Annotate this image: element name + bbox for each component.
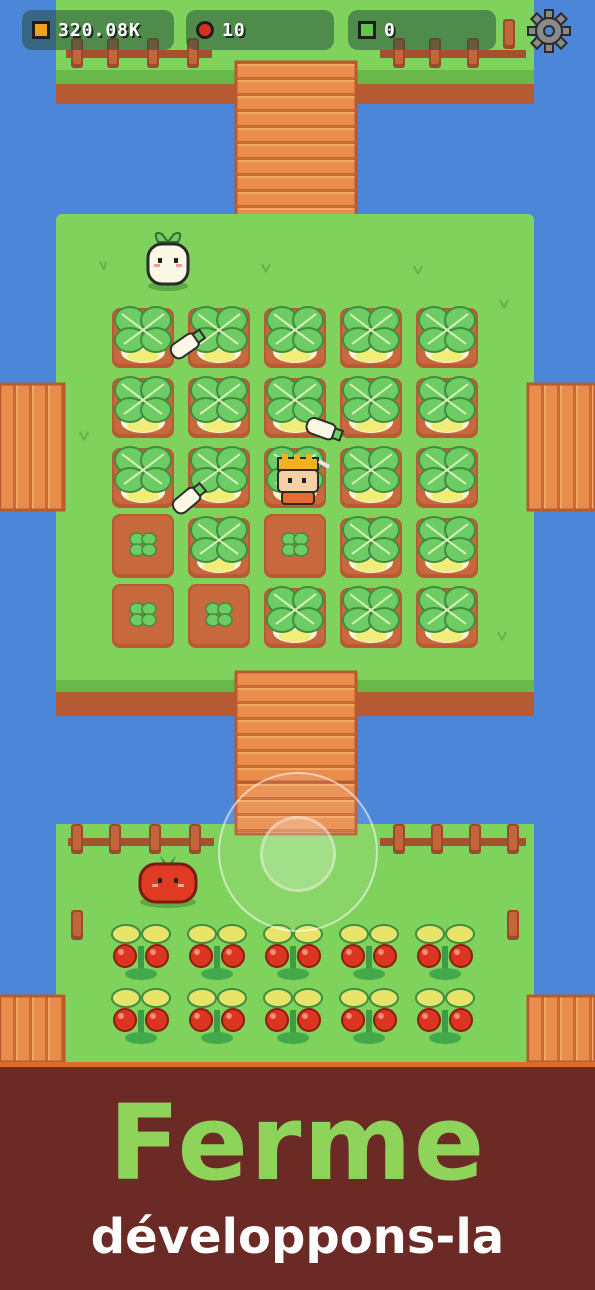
turnip-plot[interactable] (415, 586, 479, 649)
green-gem-icon (358, 21, 376, 39)
sprout-plot[interactable] (187, 583, 251, 649)
coin-count: 320.08K (58, 19, 141, 41)
banner-subtitle: développons-la (90, 1209, 505, 1265)
banner-title: Ferme (108, 1082, 487, 1204)
gear-icon[interactable] (526, 8, 572, 54)
green-gem-counter: 0 (348, 10, 496, 50)
turnip-plot[interactable] (339, 516, 403, 579)
turnip-plot[interactable] (187, 516, 251, 579)
game-screen: 320.08K 10 0 Ferme développons-la (0, 0, 595, 1290)
joystick-icon[interactable] (218, 772, 378, 932)
turnip-plot[interactable] (111, 446, 175, 509)
sprout-plot[interactable] (263, 513, 327, 579)
turnip-plot[interactable] (415, 516, 479, 579)
turnip-plot[interactable] (111, 306, 175, 369)
bridge-east[interactable] (526, 382, 595, 512)
turnip-plot[interactable] (415, 306, 479, 369)
turnip-plot[interactable] (263, 306, 327, 369)
turnip-plot[interactable] (339, 376, 403, 439)
coin-icon (32, 21, 50, 39)
bridge-west[interactable] (0, 382, 66, 512)
sprout-plot[interactable] (111, 513, 175, 579)
tomato-gem-icon (196, 21, 214, 39)
tomato-count: 10 (222, 19, 246, 41)
turnip-plot[interactable] (339, 306, 403, 369)
coin-counter: 320.08K (22, 10, 174, 50)
turnip-plot[interactable] (339, 586, 403, 649)
turnip-plot[interactable] (111, 376, 175, 439)
promo-banner: Ferme développons-la (0, 1062, 595, 1290)
sprout-plot[interactable] (111, 583, 175, 649)
turnip-plot[interactable] (263, 586, 327, 649)
turnip-plot[interactable] (415, 446, 479, 509)
turnip-plot[interactable] (415, 376, 479, 439)
joystick-knob[interactable] (260, 816, 336, 892)
bridge-north[interactable] (234, 60, 358, 230)
green-gem-count: 0 (384, 19, 396, 41)
turnip-plot[interactable] (339, 446, 403, 509)
turnip-plot[interactable] (187, 376, 251, 439)
tomato-counter: 10 (186, 10, 334, 50)
